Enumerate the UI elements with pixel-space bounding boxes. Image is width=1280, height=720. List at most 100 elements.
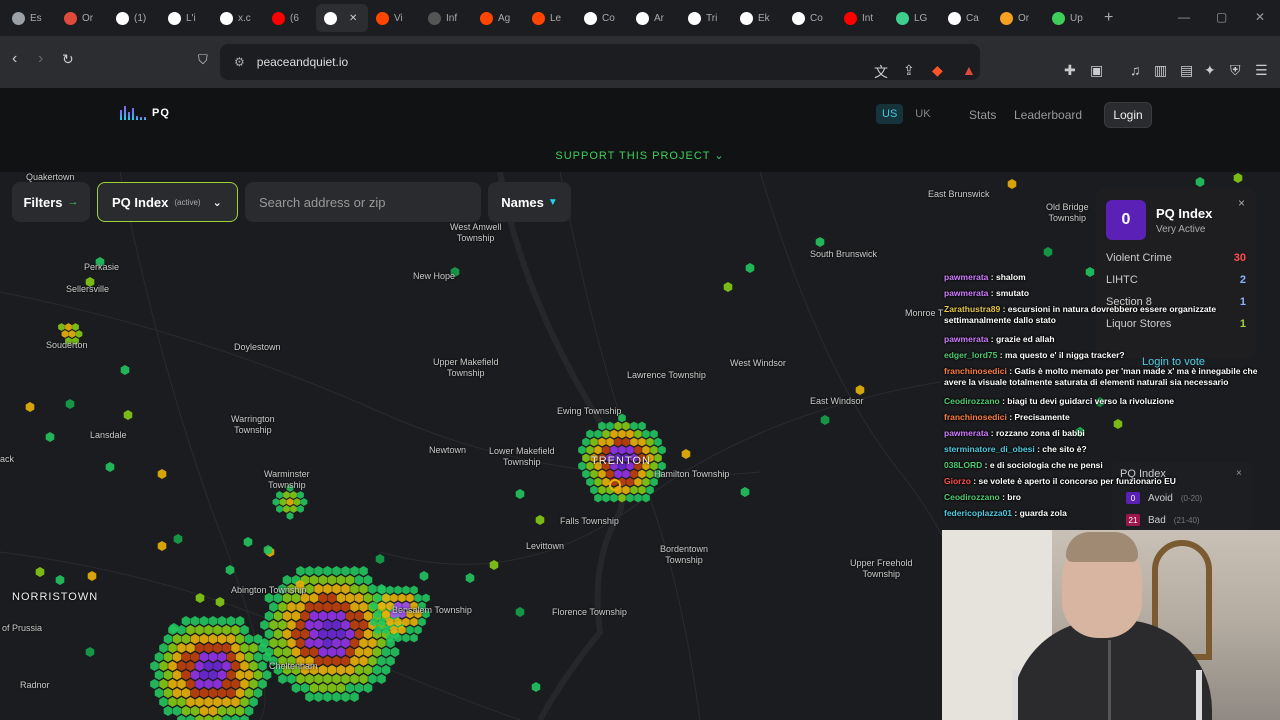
screenshot-icon[interactable]: ▣ — [1090, 62, 1103, 79]
map-place-label: Sellersville — [66, 284, 110, 294]
names-toggle[interactable]: Names ▼ — [488, 182, 571, 222]
address-bar-row: ‹ › ↻ ⛉ ⚙ peaceandquiet.io — [0, 36, 1280, 88]
chat-username: edger_lord75 — [944, 350, 998, 360]
browser-tab[interactable]: (6 — [264, 4, 316, 32]
share-icon[interactable]: ⇪ — [903, 62, 915, 79]
browser-tab[interactable]: Ar — [628, 4, 680, 32]
map-place-label: Ewing Township — [557, 406, 622, 416]
map-place-label: Falls Township — [560, 516, 619, 526]
browser-tab[interactable]: Es — [4, 4, 56, 32]
menu-icon[interactable]: ☰ — [1255, 62, 1268, 79]
country-us-button[interactable]: US — [876, 104, 904, 124]
browser-tab[interactable]: Ek — [732, 4, 784, 32]
map-place-label: Abington Township — [231, 585, 307, 595]
chat-message: franchinosedici : Precisamente — [944, 412, 1070, 422]
leo-icon[interactable]: ✦ — [1204, 62, 1216, 79]
forward-icon[interactable]: › — [38, 50, 43, 68]
translate-icon[interactable]: 文 — [874, 62, 888, 82]
browser-tab[interactable]: Co — [576, 4, 628, 32]
country-toggle: US UK — [876, 104, 937, 124]
browser-tab[interactable]: Or — [56, 4, 108, 32]
tab-label: (1) — [134, 12, 147, 24]
tab-label: LG — [914, 12, 928, 24]
media-icon[interactable]: ♫ — [1130, 62, 1141, 78]
tab-label: Ca — [966, 12, 979, 24]
tab-favicon-icon — [428, 11, 441, 25]
extensions-icon[interactable]: ✚ — [1064, 62, 1076, 79]
map-place-label: TRENTON — [591, 455, 651, 467]
browser-tab[interactable]: Inf — [420, 4, 472, 32]
map-place-label: Souderton — [46, 340, 88, 350]
site-logo[interactable]: PQ — [120, 106, 170, 120]
map-place-label: Warrington Township — [231, 414, 275, 435]
close-icon[interactable]: × — [1238, 196, 1245, 210]
tab-close-icon[interactable]: ✕ — [349, 13, 357, 24]
chat-message: edger_lord75 : ma questo e' il nigga tra… — [944, 350, 1125, 360]
chat-username: pawmerata — [944, 334, 989, 344]
tab-label: (6 — [290, 12, 299, 24]
nav-stats-link[interactable]: Stats — [969, 108, 996, 122]
browser-tab[interactable]: x.c — [212, 4, 264, 32]
bookmark-icon[interactable]: ⛉ — [198, 52, 208, 68]
support-project-link[interactable]: SUPPORT THIS PROJECT ⌄ — [0, 140, 1280, 172]
tab-label: Co — [602, 12, 615, 24]
chat-username: federicoplazza01 — [944, 508, 1013, 518]
map-place-label: NORRISTOWN — [12, 591, 99, 603]
tab-favicon-icon — [844, 11, 857, 25]
tab-favicon-icon — [1000, 11, 1013, 25]
browser-tab[interactable]: Vi — [368, 4, 420, 32]
chat-username: sterminatore_di_obesi — [944, 444, 1035, 454]
tab-label: Ag — [498, 12, 511, 24]
window-close-icon[interactable]: ✕ — [1255, 10, 1265, 24]
wallet-icon[interactable]: ▤ — [1180, 62, 1193, 79]
new-tab-icon[interactable]: + — [1104, 9, 1113, 27]
browser-tab[interactable]: Ag — [472, 4, 524, 32]
browser-tab[interactable]: Int — [836, 4, 888, 32]
reload-icon[interactable]: ↻ — [62, 51, 74, 68]
tab-favicon-icon — [272, 11, 285, 25]
browser-tab[interactable]: ✕ — [316, 4, 368, 32]
map-place-label: Cheltenham — [269, 661, 318, 671]
map-place-label: Perkasie — [84, 262, 120, 272]
nav-leaderboard-link[interactable]: Leaderboard — [1014, 108, 1082, 122]
url-field[interactable]: ⚙ peaceandquiet.io — [220, 44, 980, 80]
browser-tab[interactable]: LG — [888, 4, 940, 32]
browser-tab[interactable]: Ca — [940, 4, 992, 32]
map-place-label: South Brunswick — [810, 249, 878, 259]
filters-button[interactable]: Filters → — [12, 182, 90, 222]
tab-favicon-icon — [740, 11, 753, 25]
map-place-label: Levittown — [526, 541, 565, 551]
chevron-down-icon: ⌄ — [212, 196, 222, 209]
search-input[interactable] — [245, 182, 481, 222]
pq-index-dropdown[interactable]: PQ Index (active) ⌄ — [97, 182, 238, 222]
map-place-label: Bordentown Township — [660, 544, 709, 565]
site-info-icon[interactable]: ⚙ — [234, 55, 245, 69]
tab-favicon-icon — [376, 11, 389, 25]
tab-favicon-icon — [12, 11, 25, 25]
map-place-label: East Windsor — [810, 396, 864, 406]
chat-message: Giorzo : se volete è aperto il concorso … — [944, 476, 1176, 486]
chat-text: che sito è? — [1042, 444, 1087, 454]
brave-shield-icon[interactable]: ◆ — [932, 62, 943, 79]
browser-tab[interactable]: Le — [524, 4, 576, 32]
back-icon[interactable]: ‹ — [12, 50, 17, 68]
chat-message: pawmerata : grazie ed allah — [944, 334, 1055, 344]
browser-tab[interactable]: Or — [992, 4, 1044, 32]
minimize-icon[interactable]: — — [1178, 10, 1190, 24]
chat-message: sterminatore_di_obesi : che sito è? — [944, 444, 1087, 454]
map-place-label: Lawrence Township — [627, 370, 706, 380]
browser-tab[interactable]: (1) — [108, 4, 160, 32]
browser-tab[interactable]: Tri — [680, 4, 732, 32]
sidebar-icon[interactable]: ▥ — [1154, 62, 1167, 79]
browser-tab[interactable]: Up — [1044, 4, 1096, 32]
chat-message: pawmerata : shalom — [944, 272, 1026, 282]
vpn-icon[interactable]: ⛨ — [1230, 62, 1241, 79]
browser-tab[interactable]: Co — [784, 4, 836, 32]
maximize-icon[interactable]: ▢ — [1216, 10, 1227, 24]
browser-tab[interactable]: L'i — [160, 4, 212, 32]
tab-favicon-icon — [532, 11, 545, 25]
login-button[interactable]: Login — [1104, 102, 1152, 128]
tab-label: Or — [82, 12, 94, 24]
rewards-icon[interactable]: ▲ — [962, 62, 976, 78]
country-uk-button[interactable]: UK — [909, 104, 936, 124]
